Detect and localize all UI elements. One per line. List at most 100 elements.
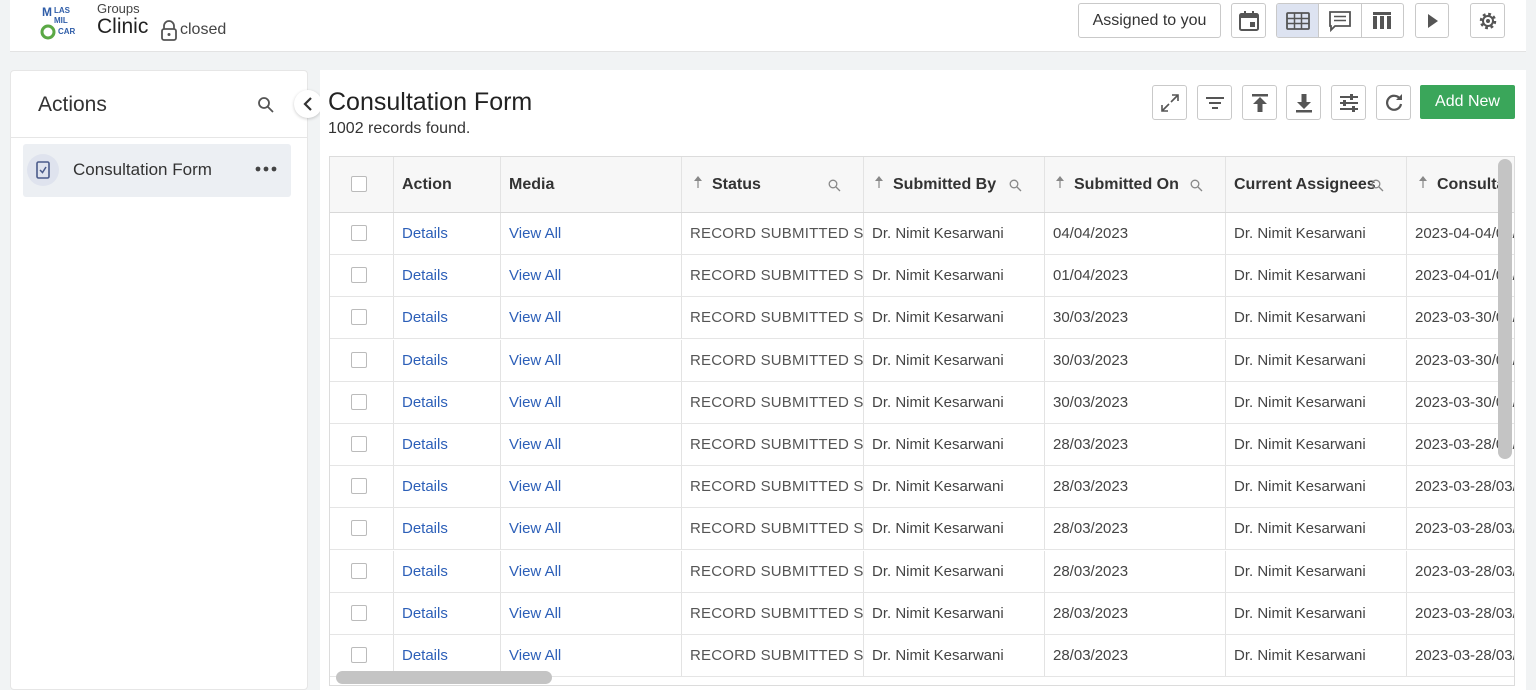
row-checkbox[interactable] [351,436,367,452]
assigned-to-you-button[interactable]: Assigned to you [1078,3,1221,38]
svg-text:LAS: LAS [54,6,71,15]
vertical-scrollbar[interactable] [1498,159,1512,459]
row-checkbox[interactable] [351,647,367,663]
row-checkbox[interactable] [351,393,367,410]
sort-icon[interactable] [1055,175,1065,191]
table-row: Details View All RECORD SUBMITTED SUCCESSF… [330,339,1514,382]
sort-icon[interactable] [1418,175,1428,191]
row-checkbox[interactable] [351,351,367,368]
view-all-link[interactable]: View All [509,352,561,369]
status-cell-column: RECORD SUBMITTED SUCCESSFULLY [682,424,864,465]
kanban-view-button[interactable] [1362,4,1403,37]
view-all-link[interactable]: View All [509,647,561,664]
submitted-on-cell: 28/03/2023 [1053,604,1129,622]
header-media[interactable]: Media [501,157,682,212]
select-all-checkbox[interactable] [351,176,367,192]
groups-label: Groups [97,1,140,16]
submitted-on-cell: 28/03/2023 [1053,647,1129,664]
submitted-by-cell-column: Dr. Nimit Kesarwani [864,466,1045,508]
sidebar-item-consultation-form[interactable]: Consultation Form [23,144,291,197]
details-link[interactable]: Details [402,478,448,495]
details-link[interactable]: Details [402,352,448,369]
details-column: Details [394,466,501,508]
view-all-link[interactable]: View All [509,436,561,453]
table-row: Details View All RECORD SUBMITTED SUCCESSF… [330,297,1514,340]
assignees-cell: Dr. Nimit Kesarwani [1234,393,1366,411]
row-checkbox[interactable] [351,225,367,241]
details-link[interactable]: Details [402,225,448,242]
column-search-icon[interactable] [1009,179,1022,192]
header-current-assignees[interactable]: Current Assignees [1226,157,1407,212]
group-name[interactable]: Clinic [97,15,148,39]
column-search-icon[interactable] [1190,179,1203,192]
row-checkbox[interactable] [351,309,367,326]
more-options-icon[interactable] [255,162,277,176]
submitted-by-cell: Dr. Nimit Kesarwani [872,604,1004,622]
row-checkbox[interactable] [351,562,367,579]
sort-icon[interactable] [693,175,703,191]
header-status[interactable]: Status [682,157,864,212]
add-new-button[interactable]: Add New [1420,85,1515,119]
submitted-on-cell-column: 28/03/2023 [1045,424,1226,465]
sort-icon[interactable] [874,175,884,191]
details-link[interactable]: Details [402,267,448,284]
submitted-on-cell: 28/03/2023 [1053,436,1129,453]
column-header-label: Current Assignees [1234,176,1376,193]
filter-button[interactable] [1197,85,1232,120]
header-action[interactable]: Action [394,157,501,212]
row-checkbox[interactable] [351,478,367,495]
columns-settings-button[interactable] [1331,85,1366,120]
submitted-on-cell-column: 30/03/2023 [1045,381,1226,423]
assignees-cell-column: Dr. Nimit Kesarwani [1226,339,1407,381]
details-link[interactable]: Details [402,436,448,453]
settings-button[interactable] [1470,3,1505,38]
play-button[interactable] [1415,3,1449,38]
view-all-link[interactable]: View All [509,225,561,242]
view-all-column: View All [501,466,682,508]
header-submitted-by[interactable]: Submitted By [864,157,1045,212]
column-search-icon[interactable] [1371,179,1384,192]
comment-view-button[interactable] [1319,4,1362,37]
details-link[interactable]: Details [402,647,448,664]
view-all-column: View All [501,550,682,592]
row-checkbox[interactable] [351,267,367,284]
collapse-sidebar-button[interactable] [294,90,322,118]
view-all-link[interactable]: View All [509,605,561,622]
submitted-by-cell: Dr. Nimit Kesarwani [872,478,1004,496]
calendar-button[interactable] [1231,3,1266,38]
view-all-link[interactable]: View All [509,309,561,326]
view-all-link[interactable]: View All [509,520,561,537]
details-link[interactable]: Details [402,605,448,622]
view-all-link[interactable]: View All [509,394,561,411]
details-link[interactable]: Details [402,563,448,580]
status-cell-column: RECORD SUBMITTED SUCCESSFULLY [682,213,864,254]
header-submitted-on[interactable]: Submitted On [1045,157,1226,212]
table-row: Details View All RECORD SUBMITTED SUCCESSF… [330,213,1514,255]
details-link[interactable]: Details [402,520,448,537]
column-search-icon[interactable] [828,179,841,192]
records-count: 1002 records found. [328,120,471,137]
details-link[interactable]: Details [402,309,448,326]
select-cell [330,550,394,592]
view-all-link[interactable]: View All [509,563,561,580]
status-cell-column: RECORD SUBMITTED SUCCESSFULLY [682,297,864,339]
assignees-cell: Dr. Nimit Kesarwani [1234,436,1366,453]
row-checkbox[interactable] [351,520,367,537]
upload-button[interactable] [1242,85,1277,120]
search-icon[interactable] [257,96,275,114]
row-checkbox[interactable] [351,604,367,621]
select-cell [330,213,394,254]
expand-button[interactable] [1152,85,1187,120]
details-column: Details [394,339,501,381]
horizontal-scrollbar[interactable] [336,671,552,684]
view-all-link[interactable]: View All [509,267,561,284]
assignees-cell: Dr. Nimit Kesarwani [1234,267,1366,285]
download-button[interactable] [1286,85,1321,120]
table-row: Details View All RECORD SUBMITTED SUCCESSF… [330,424,1514,466]
refresh-button[interactable] [1376,85,1411,120]
view-all-link[interactable]: View All [509,478,561,495]
select-cell [330,255,394,297]
status-cell: RECORD SUBMITTED SUCCESSFULLY [690,393,864,411]
grid-view-button[interactable] [1277,4,1320,37]
details-link[interactable]: Details [402,394,448,411]
